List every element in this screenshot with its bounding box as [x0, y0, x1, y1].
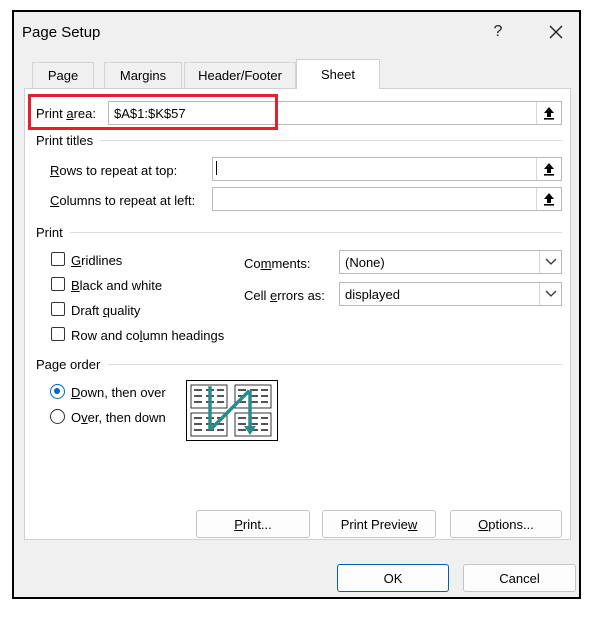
print-area-collapse-button[interactable] — [536, 102, 561, 124]
rows-to-repeat-input[interactable] — [212, 157, 562, 181]
page-order-preview-icon — [186, 380, 278, 441]
print-heading: Print — [36, 225, 63, 240]
comments-label: Comments: — [244, 256, 311, 271]
row-column-headings-label: Row and column headings — [71, 328, 225, 343]
over-then-down-label: Over, then down — [71, 410, 166, 425]
tab-page-label: Page — [47, 68, 79, 83]
tab-sheet[interactable]: Sheet — [296, 59, 380, 89]
ok-button-label: OK — [383, 570, 403, 586]
comments-select[interactable]: (None) — [339, 250, 562, 274]
draft-quality-label: Draft quality — [71, 303, 141, 318]
tab-sheet-label: Sheet — [321, 67, 355, 82]
ok-button[interactable]: OK — [337, 564, 449, 592]
gridlines-checkbox[interactable] — [51, 252, 65, 266]
comments-value: (None) — [345, 255, 385, 270]
collapse-dialog-icon — [544, 193, 554, 206]
row-column-headings-checkbox[interactable] — [51, 327, 65, 341]
over-then-down-radio[interactable] — [50, 409, 65, 424]
help-icon: ? — [493, 23, 503, 40]
text-cursor — [216, 161, 217, 175]
gridlines-label: Gridlines — [71, 253, 123, 268]
down-then-over-radio[interactable] — [50, 384, 65, 399]
print-area-highlight — [28, 94, 278, 130]
print-button-label: Print... — [234, 516, 272, 532]
print-preview-button[interactable]: Print Preview — [322, 510, 436, 538]
down-then-over-label: Down, then over — [71, 385, 166, 400]
black-and-white-checkbox[interactable] — [51, 277, 65, 291]
columns-to-repeat-input[interactable] — [212, 187, 562, 211]
close-icon — [549, 25, 563, 39]
cell-errors-select[interactable]: displayed — [339, 282, 562, 306]
cell-errors-label: Cell errors as: — [244, 288, 325, 303]
black-and-white-label: Black and white — [71, 278, 163, 293]
page-order-heading: Page order — [36, 357, 101, 372]
print-preview-button-label: Print Preview — [340, 516, 418, 532]
tab-page[interactable]: Page — [32, 62, 94, 88]
chevron-down-icon — [545, 290, 556, 297]
comments-dropdown-button[interactable] — [539, 251, 561, 273]
cell-errors-dropdown-button[interactable] — [539, 283, 561, 305]
tab-header-footer[interactable]: Header/Footer — [184, 62, 296, 88]
columns-to-repeat-label: Columns to repeat at left: — [50, 193, 196, 208]
collapse-dialog-icon — [544, 163, 554, 176]
close-button[interactable] — [536, 18, 576, 46]
collapse-dialog-icon — [544, 107, 554, 120]
rows-to-repeat-label: Rows to repeat at top: — [50, 163, 178, 178]
dialog-title: Page Setup — [22, 24, 101, 41]
rows-collapse-button[interactable] — [536, 158, 561, 180]
options-button-label: Options... — [478, 516, 534, 532]
print-titles-divider — [100, 140, 562, 141]
help-button[interactable]: ? — [478, 18, 518, 46]
chevron-down-icon — [545, 258, 556, 265]
tab-connector — [297, 87, 379, 90]
columns-collapse-button[interactable] — [536, 188, 561, 210]
print-divider — [70, 232, 562, 233]
draft-quality-checkbox[interactable] — [51, 302, 65, 316]
print-titles-heading: Print titles — [36, 133, 94, 148]
cancel-button-label: Cancel — [499, 570, 540, 586]
cell-errors-value: displayed — [345, 287, 400, 302]
options-button[interactable]: Options... — [450, 510, 562, 538]
page-order-divider — [108, 364, 562, 365]
tab-margins[interactable]: Margins — [104, 62, 182, 88]
tab-header-footer-label: Header/Footer — [198, 68, 282, 83]
cancel-button[interactable]: Cancel — [463, 564, 576, 592]
print-button[interactable]: Print... — [196, 510, 310, 538]
tab-margins-label: Margins — [119, 68, 167, 83]
